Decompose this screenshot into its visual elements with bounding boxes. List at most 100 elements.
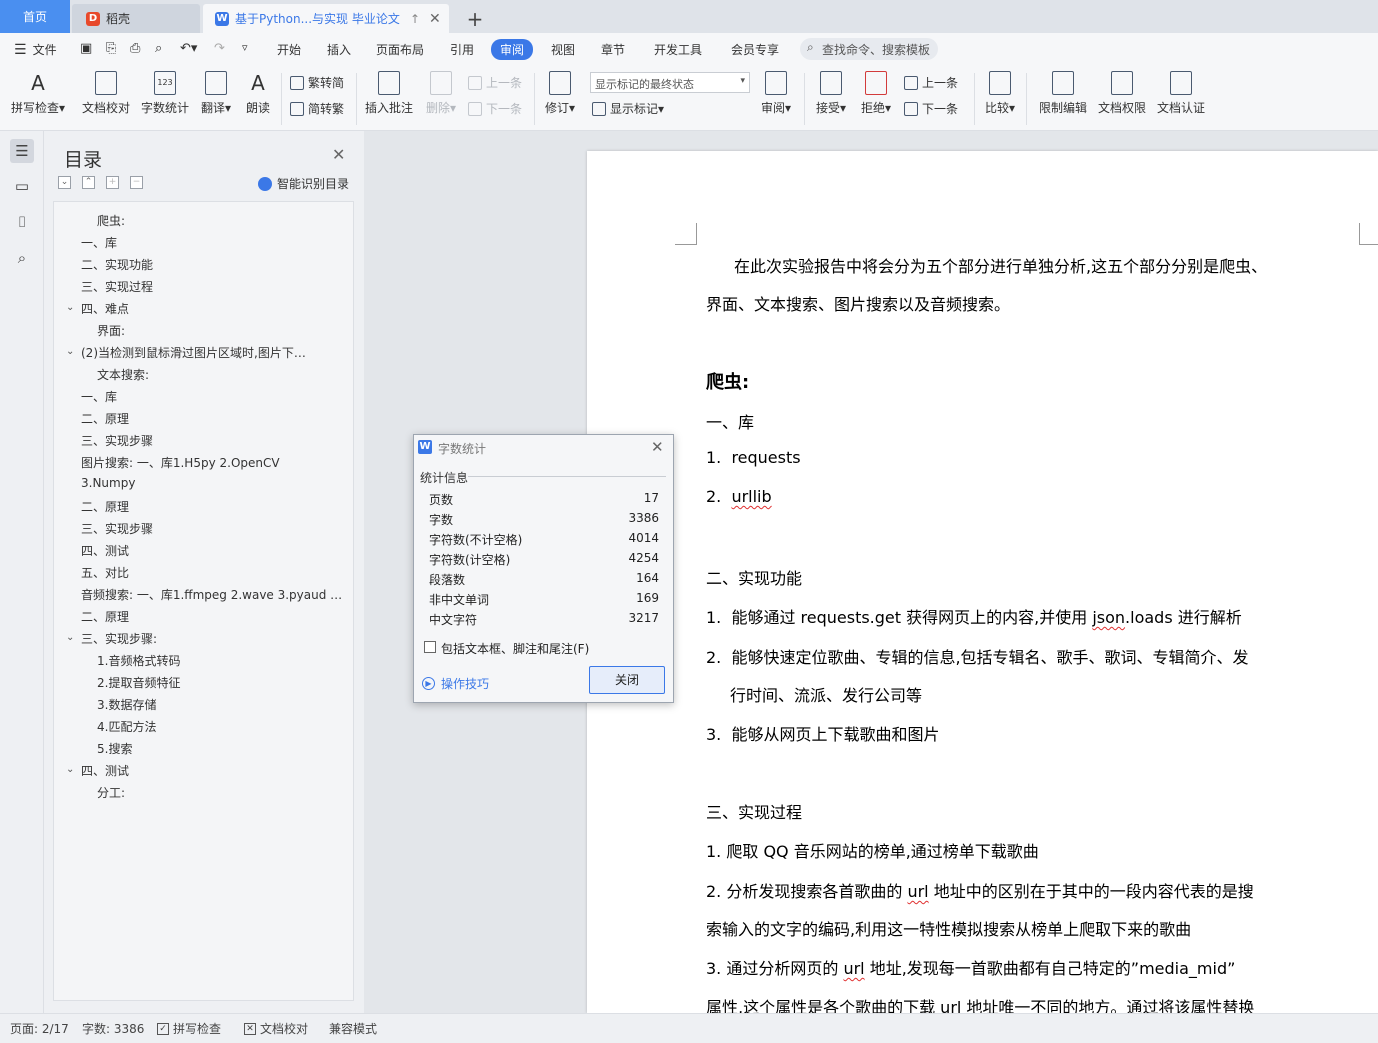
save-icon[interactable]: ▣ — [80, 41, 92, 56]
dialog-close-icon[interactable]: ✕ — [651, 438, 664, 456]
toc-item[interactable]: 1.音频格式转码 — [97, 652, 367, 669]
toc-item[interactable]: 四、测试 — [81, 542, 351, 559]
toc-item[interactable]: 界面: — [97, 322, 367, 339]
translate-button[interactable]: 翻译▾ — [198, 65, 234, 116]
toc-item[interactable]: 5.搜索 — [97, 740, 367, 757]
toc-item[interactable]: 2.提取音频特征 — [97, 674, 367, 691]
menu-review[interactable]: 审阅 — [491, 39, 534, 60]
compare-button[interactable]: 比较▾ — [982, 65, 1018, 116]
toc-item[interactable]: 四、难点 — [81, 300, 351, 317]
reject-button[interactable]: 拒绝▾ — [858, 65, 894, 116]
close-button[interactable]: 关闭 — [589, 666, 665, 694]
toc-item[interactable]: 文本搜索: — [97, 366, 367, 383]
toc-item[interactable]: 三、实现过程 — [81, 278, 351, 295]
doc-certify-button[interactable]: 文档认证 — [1155, 65, 1207, 116]
menu-member[interactable]: 会员专享 — [731, 41, 779, 58]
tab-home[interactable]: 首页 — [0, 0, 70, 33]
next-change-button[interactable]: 下一条 — [904, 100, 958, 117]
spell-check-status[interactable]: ✓ 拼写检查 — [157, 1020, 221, 1037]
file-menu[interactable]: ☰ 文件 — [14, 41, 57, 58]
ai-toc-button[interactable]: 智能识别目录 — [258, 175, 349, 192]
menu-section[interactable]: 章节 — [601, 41, 625, 58]
include-textbox-label[interactable]: 包括文本框、脚注和尾注(F) — [441, 640, 589, 657]
markup-display-select[interactable]: 显示标记的最终状态 ▾ — [590, 72, 750, 93]
include-textbox-checkbox[interactable] — [424, 641, 436, 653]
promote-level-icon[interactable]: + — [106, 176, 119, 189]
menu-reference[interactable]: 引用 — [450, 41, 474, 58]
document-page[interactable]: 在此次实验报告中将会分为五个部分进行单独分析,这五个部分分别是爬虫、 界面、文本… — [587, 151, 1378, 1017]
review-pane-icon — [765, 71, 787, 95]
toc-item[interactable]: 3.数据存储 — [97, 696, 367, 713]
spell-check-button[interactable]: A 拼写检查▾ — [10, 65, 66, 116]
toc-pane-icon[interactable]: ☰ — [10, 139, 34, 163]
find-icon[interactable]: ⌕ — [10, 246, 34, 270]
toc-item[interactable]: 五、对比 — [81, 564, 351, 581]
redo-icon[interactable]: ↷ — [214, 41, 225, 56]
toc-item[interactable]: 一、库 — [81, 388, 351, 405]
bookmark-icon[interactable]: ⌷ — [10, 210, 34, 234]
tab-document[interactable]: W 基于Python...与实现 毕业论文 ↑ ✕ — [203, 4, 449, 33]
doc-permissions-button[interactable]: 文档权限 — [1096, 65, 1148, 116]
print-preview-icon[interactable]: ⌕ — [155, 41, 162, 56]
menu-insert[interactable]: 插入 — [327, 41, 351, 58]
collapse-all-icon[interactable]: ⌄ — [58, 176, 71, 189]
proofread-status[interactable]: ✕ 文档校对 — [244, 1020, 308, 1037]
toc-item[interactable]: 图片搜索: 一、库1.H5py 2.OpenCV — [81, 454, 351, 471]
review-pane-button[interactable]: 审阅▾ — [758, 65, 794, 116]
word-count-button[interactable]: 123 字数统计 — [140, 65, 190, 116]
word-count-indicator[interactable]: 字数: 3386 — [82, 1020, 144, 1037]
insert-comment-button[interactable]: 插入批注 — [363, 65, 415, 116]
toc-item[interactable]: 分工: — [97, 784, 367, 801]
read-aloud-button[interactable]: A 朗读 — [243, 65, 273, 116]
toc-item[interactable]: 二、原理 — [81, 498, 351, 515]
export-icon[interactable]: ⎘ — [106, 41, 116, 56]
pin-up-icon[interactable]: ↑ — [410, 12, 420, 26]
restrict-editing-button[interactable]: 限制编辑 — [1036, 65, 1090, 116]
simp-to-trad-button[interactable]: 简转繁 — [290, 100, 344, 117]
toc-item[interactable]: 三、实现步骤: — [81, 630, 351, 647]
toc-item[interactable]: 4.匹配方法 — [97, 718, 367, 735]
toc-expand-caret-icon[interactable]: ⌄ — [66, 302, 74, 313]
expand-all-icon[interactable]: ⌃ — [82, 176, 95, 189]
show-markup-button[interactable]: 显示标记 ▾ — [592, 100, 664, 117]
undo-icon[interactable]: ↶▾ — [180, 41, 197, 56]
toc-expand-caret-icon[interactable]: ⌄ — [66, 346, 74, 357]
toc-item[interactable]: 3.Numpy — [81, 476, 351, 490]
accept-button[interactable]: 接受▾ — [813, 65, 849, 116]
delete-comment-button[interactable]: 删除▾ — [422, 65, 460, 116]
toc-item[interactable]: 二、实现功能 — [81, 256, 351, 273]
prev-change-button[interactable]: 上一条 — [904, 74, 958, 91]
toc-expand-caret-icon[interactable]: ⌄ — [66, 632, 74, 643]
compat-mode[interactable]: 兼容模式 — [329, 1020, 377, 1037]
toc-item[interactable]: 二、原理 — [81, 608, 351, 625]
tab-daoke[interactable]: D 稻壳 — [72, 4, 200, 33]
page-indicator[interactable]: 页面: 2/17 — [10, 1020, 69, 1037]
toc-expand-caret-icon[interactable]: ⌄ — [66, 764, 74, 775]
tips-link[interactable]: ▶ 操作技巧 — [422, 675, 489, 692]
toc-item[interactable]: 四、测试 — [81, 762, 351, 779]
toc-item[interactable]: (2)当检测到鼠标滑过图片区域时,图片下… — [81, 344, 351, 361]
new-tab-button[interactable]: + — [458, 4, 492, 33]
close-tab-icon[interactable]: ✕ — [429, 11, 441, 27]
close-toc-icon[interactable]: ✕ — [332, 145, 345, 164]
trad-to-simp-button[interactable]: 繁转简 — [290, 74, 344, 91]
demote-level-icon[interactable]: − — [130, 176, 143, 189]
toc-item[interactable]: 爬虫: — [97, 212, 367, 229]
menu-page-layout[interactable]: 页面布局 — [376, 41, 424, 58]
toc-item[interactable]: 三、实现步骤 — [81, 520, 351, 537]
menu-view[interactable]: 视图 — [551, 41, 575, 58]
prev-comment-button[interactable]: 上一条 — [468, 74, 522, 91]
chapter-nav-icon[interactable]: ▭ — [10, 174, 34, 198]
menu-developer[interactable]: 开发工具 — [654, 41, 702, 58]
customize-chevron-icon[interactable]: ▿ — [242, 41, 248, 54]
menu-start[interactable]: 开始 — [277, 41, 301, 58]
proofread-button[interactable]: 文档校对 — [80, 65, 132, 116]
toc-item[interactable]: 二、原理 — [81, 410, 351, 427]
toc-item[interactable]: 音频搜索: 一、库1.ffmpeg 2.wave 3.pyaud … — [81, 586, 351, 603]
next-comment-button[interactable]: 下一条 — [468, 100, 522, 117]
print-icon[interactable]: ⎙ — [130, 41, 140, 56]
toc-item[interactable]: 一、库 — [81, 234, 351, 251]
command-search-input[interactable]: ⌕ 查找命令、搜索模板 — [800, 38, 938, 60]
track-changes-button[interactable]: 修订▾ — [541, 65, 579, 116]
toc-item[interactable]: 三、实现步骤 — [81, 432, 351, 449]
